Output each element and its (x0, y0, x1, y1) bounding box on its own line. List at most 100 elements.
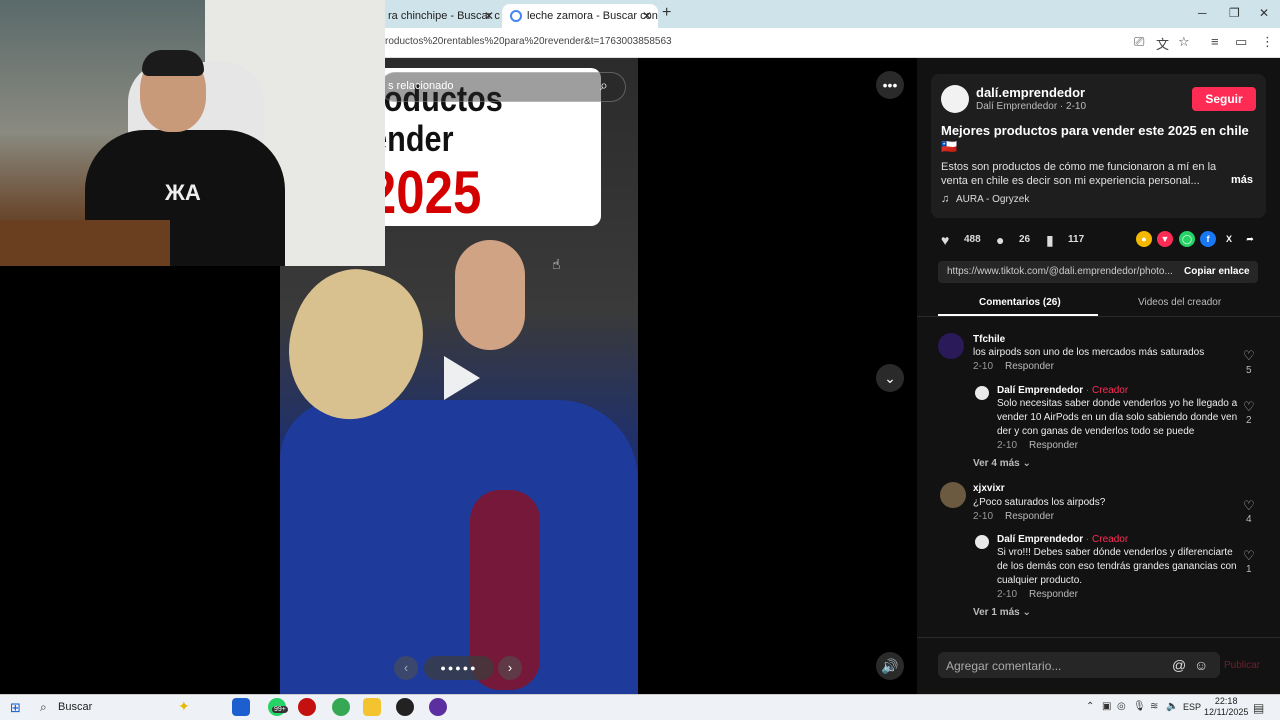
copy-link-button[interactable]: Copiar enlace (1184, 266, 1250, 277)
mention-at-icon[interactable]: @ (1172, 657, 1186, 673)
windows-start-icon[interactable]: ⊞ (10, 700, 21, 716)
view-more-replies[interactable]: Ver 4 más ⌄ (973, 458, 1031, 469)
tray-app-icon[interactable]: ◎ (1117, 701, 1126, 712)
file-explorer-icon[interactable] (363, 698, 381, 716)
comment-bubble-icon[interactable]: ● (996, 232, 1004, 248)
facebook-icon[interactable]: f (1200, 231, 1216, 247)
more-link[interactable]: más (1231, 174, 1253, 186)
chevron-down-icon: ⌄ (1022, 458, 1031, 469)
new-tab-button[interactable]: + (662, 4, 671, 22)
send-share-icon[interactable]: ▼ (1157, 231, 1173, 247)
reply-button[interactable]: Responder (1029, 440, 1078, 451)
comment-text-line: Si vro!!! Debes saber dónde venderlos y … (997, 547, 1233, 558)
comment-like-heart-icon[interactable]: ♡ (1243, 548, 1255, 564)
comment-text-line: de los demás con eso tendrás grandes gan… (997, 561, 1237, 572)
extensions-icon[interactable]: ▭ (1235, 34, 1247, 50)
restore-icon[interactable]: ❐ (1229, 6, 1240, 20)
avatar[interactable] (938, 333, 964, 359)
taskbar-clock[interactable]: 22:18 12/11/2025 (1204, 696, 1248, 718)
reply-button[interactable]: Responder (1005, 361, 1054, 372)
comment-text-line: Solo necesitas saber donde venderlos yo … (997, 398, 1238, 409)
creator-username[interactable]: dalí.emprendedor (976, 85, 1085, 100)
follow-button[interactable]: Seguir (1192, 87, 1256, 111)
next-video-chevron-icon[interactable]: ⌄ (876, 364, 904, 392)
reply-username[interactable]: Dalí Emprendedor (997, 534, 1083, 545)
comment-like-count: 5 (1246, 365, 1252, 376)
pointing-hand (455, 240, 525, 350)
chevron-up-icon[interactable]: ⌃ (1086, 701, 1094, 712)
bookmark-icon[interactable]: ▮ (1046, 232, 1054, 249)
streamer-hair (142, 50, 204, 76)
opera-app-icon[interactable] (298, 698, 316, 716)
chevron-down-icon: ⌄ (1022, 607, 1031, 618)
like-heart-icon[interactable]: ♥ (941, 232, 949, 248)
keyboard-language[interactable]: ESP (1183, 702, 1201, 712)
url-text[interactable]: roductos%20rentables%20para%20revender&t… (385, 36, 672, 47)
minimize-icon[interactable]: ─ (1198, 6, 1207, 20)
comment-input-placeholder[interactable]: Agregar comentario... (946, 659, 1061, 673)
speaker-icon[interactable]: 🔈 (1166, 701, 1178, 712)
app-icon[interactable] (429, 698, 447, 716)
notifications-icon[interactable]: ▤ (1253, 701, 1264, 715)
bookmark-star-icon[interactable]: ☆ (1178, 34, 1190, 50)
play-icon[interactable] (444, 356, 480, 400)
wifi-icon[interactable]: ≋ (1150, 701, 1158, 712)
browser-tab-active[interactable]: leche zamora - Buscar con Goo ✕ (502, 4, 658, 28)
comment-like-heart-icon[interactable]: ♡ (1243, 399, 1255, 415)
comment-username[interactable]: Dalí Emprendedor · Creador (997, 385, 1128, 396)
avatar[interactable] (940, 482, 966, 508)
comment-date: 2-10 (997, 589, 1018, 600)
view-more-label: Ver 4 más (973, 458, 1020, 469)
avatar[interactable] (975, 386, 989, 400)
comment-username[interactable]: Tfchile (973, 334, 1005, 345)
translate-icon[interactable]: 文 (1156, 34, 1169, 53)
reply-button[interactable]: Responder (1005, 511, 1054, 522)
store-app-icon[interactable] (232, 698, 250, 716)
search-icon[interactable]: ⌕ (600, 77, 608, 94)
tray-app-icon[interactable]: ▣ (1102, 701, 1111, 712)
person-hoodie (280, 400, 638, 694)
close-window-icon[interactable]: ✕ (1259, 6, 1269, 20)
share-arrow-icon[interactable]: ➦ (1242, 231, 1258, 247)
google-icon (510, 10, 522, 22)
tab-creator-videos[interactable]: Videos del creador (1138, 297, 1221, 308)
comment-like-count: 2 (1246, 415, 1252, 426)
whatsapp-icon[interactable]: ◯ (1179, 231, 1195, 247)
media-controls-icon[interactable]: ≡ (1211, 34, 1219, 49)
microphone-icon[interactable]: 🎙 (1133, 701, 1146, 712)
comment-like-heart-icon[interactable]: ♡ (1243, 498, 1255, 514)
search-icon[interactable]: ⌕ (40, 700, 47, 715)
comment-username[interactable]: Dalí Emprendedor · Creador (997, 534, 1128, 545)
save-count: 117 (1068, 234, 1085, 245)
close-tab-icon[interactable]: ✕ (484, 9, 494, 23)
more-options-icon[interactable]: ••• (876, 71, 904, 99)
obs-app-icon[interactable] (396, 698, 414, 716)
menu-dots-icon[interactable]: ⋮ (1261, 34, 1274, 50)
comment-text: ¿Poco saturados los airpods? (973, 497, 1106, 508)
reply-button[interactable]: Responder (1029, 589, 1078, 600)
avatar[interactable] (975, 535, 989, 549)
webcam-overlay: ЖА (0, 0, 385, 266)
x-twitter-icon[interactable]: X (1221, 231, 1237, 247)
view-more-replies[interactable]: Ver 1 más ⌄ (973, 607, 1031, 618)
embed-share-icon[interactable]: ● (1136, 231, 1152, 247)
previous-slide-button[interactable]: ‹ (394, 656, 418, 680)
browser-tab[interactable]: ra chinchipe - Buscar con ✕ (380, 4, 500, 28)
comment-text: los airpods son uno de los mercados más … (973, 347, 1205, 358)
cast-icon[interactable]: ⎚ (1134, 34, 1144, 50)
avatar[interactable] (941, 85, 969, 113)
sparkle-icon[interactable]: ✦ (178, 698, 196, 716)
tab-comments[interactable]: Comentarios (26) (979, 297, 1061, 308)
emoji-icon[interactable]: ☺ (1194, 657, 1208, 673)
publish-button[interactable]: Publicar (1224, 660, 1260, 671)
music-note-icon: ♫ (941, 193, 950, 205)
music-title[interactable]: AURA - Ogryzek (956, 194, 1029, 205)
comment-like-heart-icon[interactable]: ♡ (1243, 348, 1255, 364)
next-slide-button[interactable]: › (498, 656, 522, 680)
comment-username[interactable]: xjxvixr (973, 483, 1005, 494)
close-tab-icon[interactable]: ✕ (642, 9, 652, 23)
chrome-app-icon[interactable] (332, 698, 350, 716)
taskbar-search[interactable]: Buscar (58, 701, 92, 713)
reply-username[interactable]: Dalí Emprendedor (997, 385, 1083, 396)
volume-icon[interactable]: 🔊 (876, 652, 904, 680)
